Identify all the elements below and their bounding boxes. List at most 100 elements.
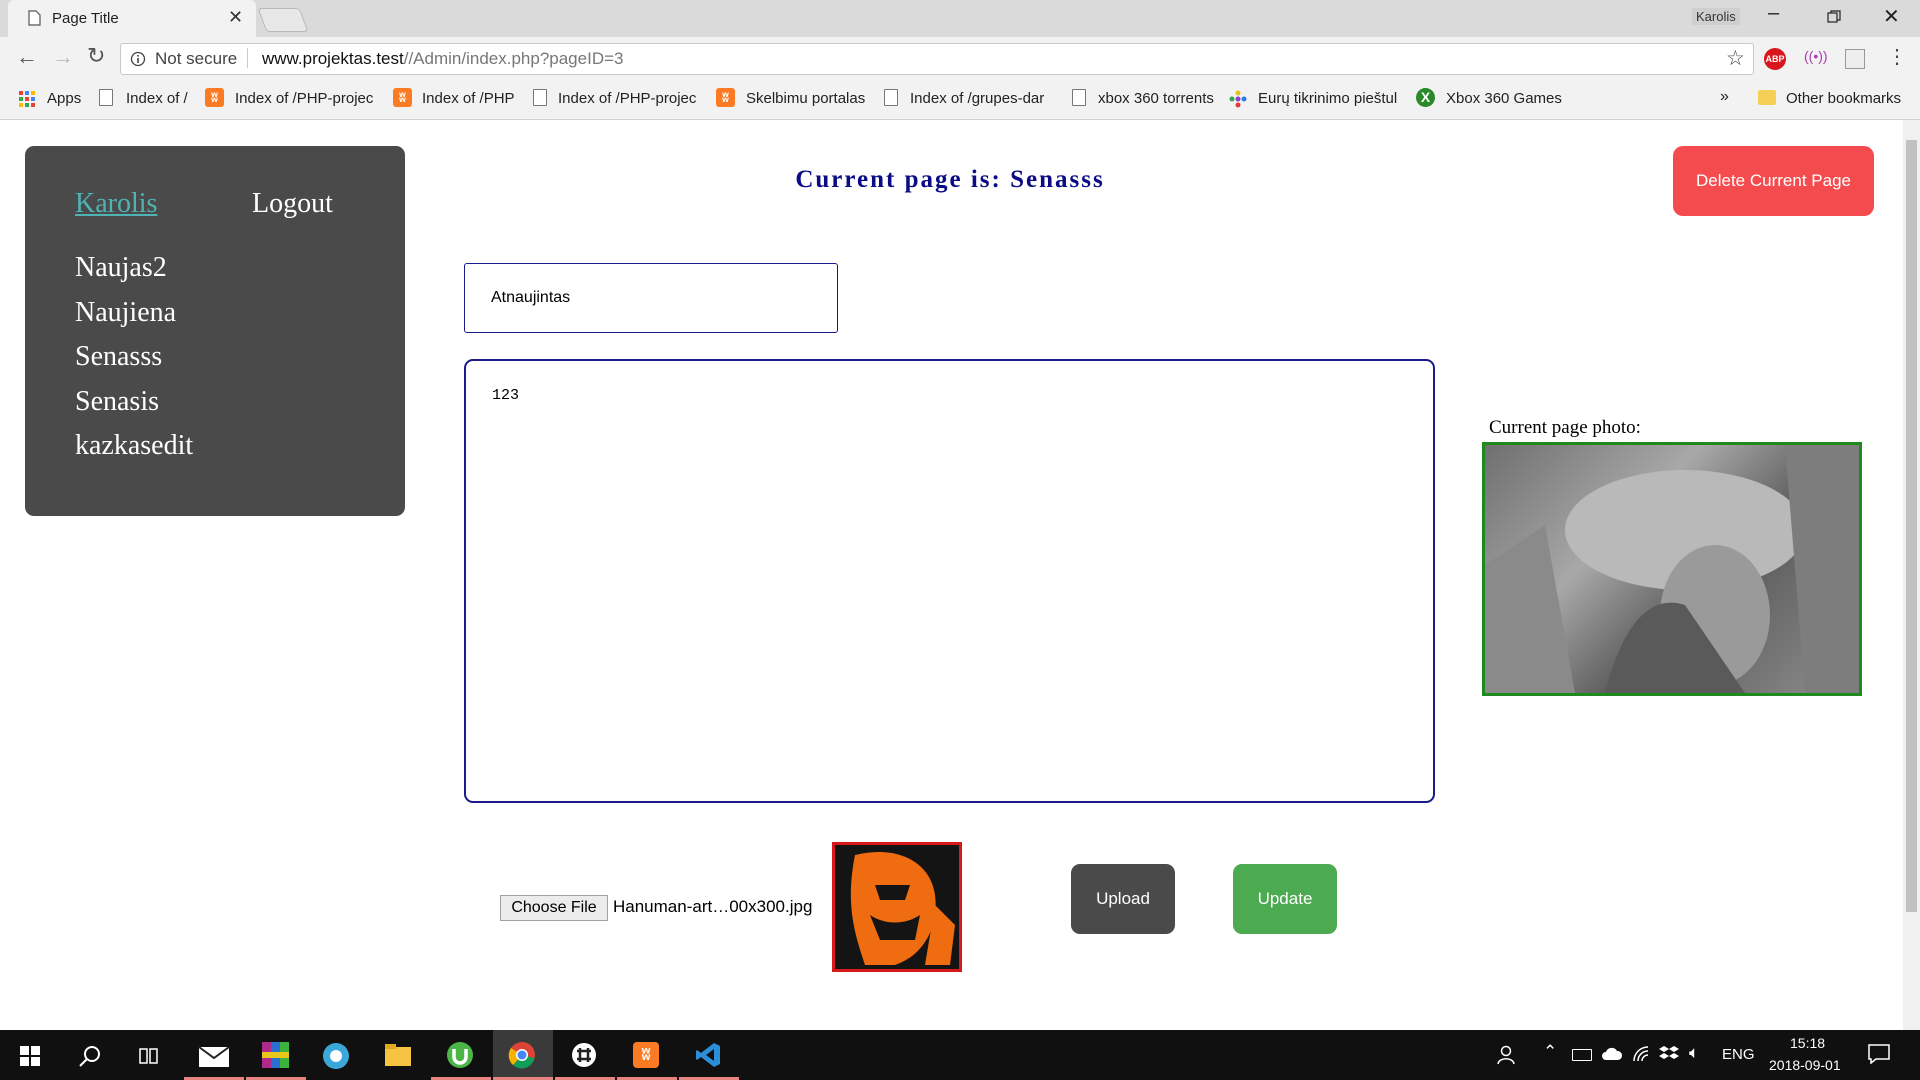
url-path: //Admin/index.php?pageID=3 xyxy=(403,49,624,68)
sidebar-item-kazkasedit[interactable]: kazkasedit xyxy=(75,430,193,462)
taskbar-utorrent[interactable] xyxy=(431,1030,491,1080)
security-label: Not secure xyxy=(155,49,238,68)
battery-icon[interactable] xyxy=(1572,1049,1592,1061)
sidebar: Karolis Logout Naujas2 Naujiena Senasss … xyxy=(25,146,405,516)
task-view-icon[interactable] xyxy=(138,1046,160,1066)
logout-link[interactable]: Logout xyxy=(252,188,333,220)
user-link[interactable]: Karolis xyxy=(75,188,157,220)
minimize-icon[interactable]: – xyxy=(1768,2,1779,25)
app-icon xyxy=(323,1043,349,1069)
dropbox-icon[interactable] xyxy=(1659,1045,1679,1063)
xampp-icon: ʬ xyxy=(205,88,224,107)
portrait-image xyxy=(1485,445,1859,693)
scrollbar-thumb[interactable] xyxy=(1906,140,1917,912)
bookmark-xbox-torrents[interactable]: xbox 360 torrents xyxy=(1098,90,1214,107)
colorful-dots-icon xyxy=(1229,90,1247,108)
extension-icon[interactable] xyxy=(1845,49,1865,69)
photo-label: Current page photo: xyxy=(1489,417,1641,438)
folder-icon xyxy=(1758,90,1776,105)
sidebar-item-senasis[interactable]: Senasis xyxy=(75,386,159,418)
taskbar-mail[interactable] xyxy=(184,1030,244,1080)
bookmark-star-icon[interactable]: ☆ xyxy=(1726,46,1745,71)
wifi-icon[interactable] xyxy=(1632,1045,1650,1063)
choose-file-button[interactable]: Choose File xyxy=(500,895,608,921)
adblock-icon[interactable]: ABP xyxy=(1764,48,1786,70)
other-bookmarks[interactable]: Other bookmarks xyxy=(1786,90,1901,107)
language-indicator[interactable]: ENG xyxy=(1722,1046,1755,1063)
xbox-icon: X xyxy=(1416,88,1435,107)
new-tab-button[interactable] xyxy=(257,8,309,32)
utorrent-icon xyxy=(447,1042,473,1068)
xampp-icon: ʬ xyxy=(633,1042,659,1068)
page-icon xyxy=(99,89,113,106)
bookmark-php[interactable]: Index of /PHP xyxy=(422,90,515,107)
people-icon[interactable] xyxy=(1497,1044,1519,1066)
bookmark-php-projec[interactable]: Index of /PHP-projec xyxy=(235,90,375,107)
mail-icon xyxy=(198,1046,230,1067)
info-icon xyxy=(130,51,146,67)
cloud-icon[interactable] xyxy=(1601,1046,1623,1062)
chrome-icon xyxy=(508,1042,535,1069)
close-window-icon[interactable]: ✕ xyxy=(1883,4,1900,29)
apps-grid-icon xyxy=(19,91,35,107)
bookmark-index-root[interactable]: Index of / xyxy=(126,90,188,107)
page-icon xyxy=(1072,89,1086,106)
url-host: www.projektas.test xyxy=(262,49,404,68)
xampp-icon: ʬ xyxy=(716,88,735,107)
delete-page-button[interactable]: Delete Current Page xyxy=(1673,146,1874,216)
forward-icon[interactable]: → xyxy=(52,44,74,70)
taskbar-slack[interactable] xyxy=(555,1030,615,1080)
bookmark-php-projec-2[interactable]: Index of /PHP-projec xyxy=(558,90,698,107)
taskbar-vscode[interactable] xyxy=(679,1030,739,1080)
content-textarea[interactable]: 123 xyxy=(464,359,1435,803)
clock-time[interactable]: 15:18 xyxy=(1790,1035,1825,1051)
taskbar-xampp[interactable]: ʬ xyxy=(617,1030,677,1080)
back-icon[interactable]: ← xyxy=(16,44,38,70)
page-icon xyxy=(28,10,41,26)
chevron-up-icon[interactable]: ⌃ xyxy=(1543,1042,1557,1062)
profile-name[interactable]: Karolis xyxy=(1692,8,1740,25)
preview-image xyxy=(835,845,959,969)
upload-preview xyxy=(832,842,962,972)
more-bookmarks-icon[interactable]: » xyxy=(1720,88,1729,106)
title-input[interactable]: Atnaujintas xyxy=(464,263,838,333)
volume-icon[interactable]: 🔈︎ xyxy=(1689,1043,1699,1063)
address-bar[interactable]: Not secure www.projektas.test//Admin/ind… xyxy=(120,43,1754,75)
page-icon xyxy=(533,89,547,106)
taskbar-winrar[interactable] xyxy=(246,1030,306,1080)
winrar-icon xyxy=(262,1042,289,1068)
url-text[interactable]: www.projektas.test//Admin/index.php?page… xyxy=(262,49,623,69)
bookmark-euru[interactable]: Eurų tikrinimo pieštul xyxy=(1258,90,1400,107)
bookmark-grupes-dar[interactable]: Index of /grupes-dar xyxy=(910,90,1052,107)
search-icon[interactable] xyxy=(79,1045,101,1067)
update-button[interactable]: Update xyxy=(1233,864,1337,934)
bookmark-xbox-games[interactable]: Xbox 360 Games xyxy=(1446,90,1562,107)
notifications-icon[interactable] xyxy=(1868,1044,1890,1064)
menu-icon[interactable]: ⋮ xyxy=(1887,44,1907,69)
divider xyxy=(247,48,248,68)
restore-icon[interactable] xyxy=(1827,10,1841,24)
tab-title: Page Title xyxy=(52,10,119,27)
start-icon[interactable] xyxy=(20,1046,40,1066)
taskbar-chrome[interactable] xyxy=(493,1030,553,1080)
close-tab-icon[interactable]: ✕ xyxy=(228,7,243,28)
clock-date[interactable]: 2018-09-01 xyxy=(1769,1057,1841,1073)
bookmark-skelbimu[interactable]: Skelbimu portalas xyxy=(746,90,865,107)
upload-button[interactable]: Upload xyxy=(1071,864,1175,934)
file-explorer-icon xyxy=(385,1044,411,1066)
sidebar-item-naujas2[interactable]: Naujas2 xyxy=(75,252,167,284)
bookmark-apps[interactable]: Apps xyxy=(47,90,81,107)
page-photo xyxy=(1482,442,1862,696)
page-icon xyxy=(884,89,898,106)
taskbar-app[interactable] xyxy=(307,1030,367,1080)
taskbar-file-explorer[interactable] xyxy=(369,1030,429,1080)
sidebar-item-naujiena[interactable]: Naujiena xyxy=(75,297,176,329)
tab-page-title[interactable]: Page Title ✕ xyxy=(8,0,256,37)
sidebar-item-senasss[interactable]: Senasss xyxy=(75,341,162,373)
vscode-icon xyxy=(696,1043,720,1067)
broadcast-extension-icon[interactable]: ((•)) xyxy=(1804,48,1828,64)
page-heading: Current page is: Senasss xyxy=(795,166,1105,193)
reload-icon[interactable]: ↻ xyxy=(87,43,105,69)
slack-icon xyxy=(572,1043,596,1067)
xampp-icon: ʬ xyxy=(393,88,412,107)
